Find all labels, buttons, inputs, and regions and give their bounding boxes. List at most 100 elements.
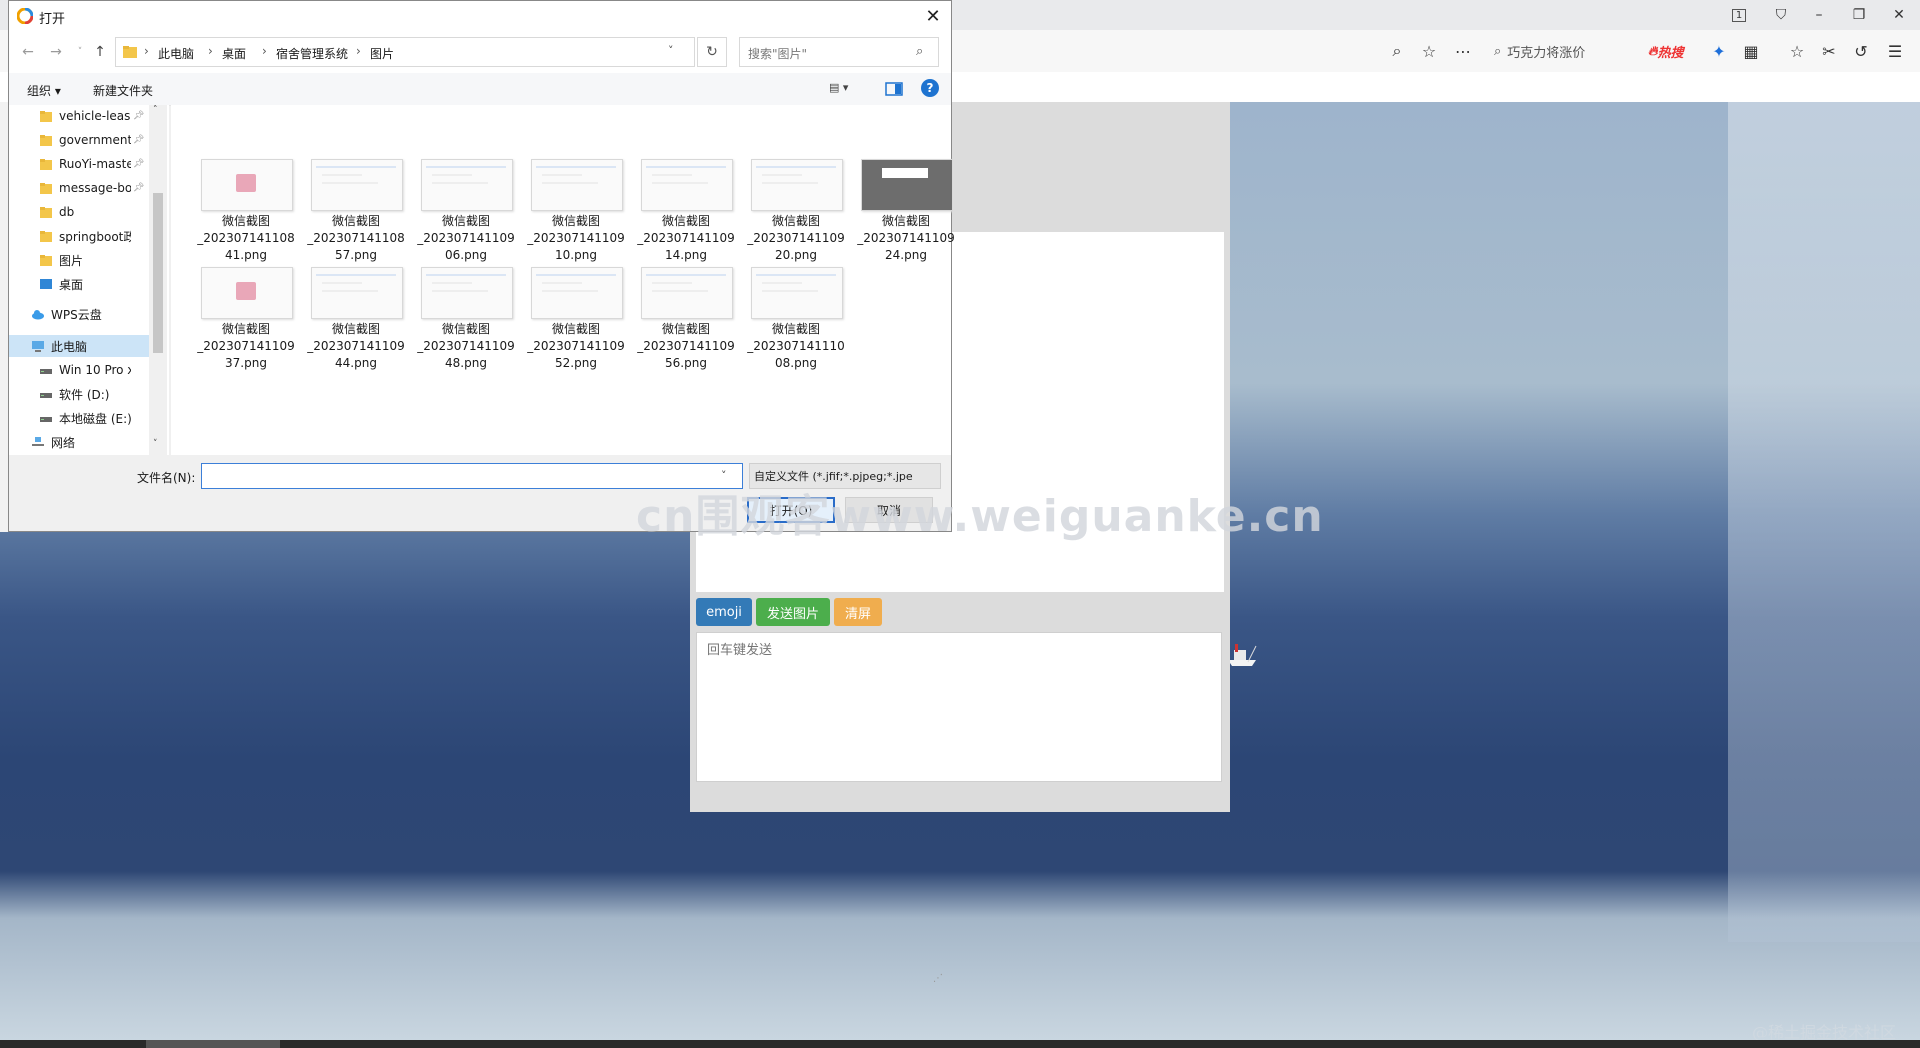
- view-options-icon[interactable]: ▤ ▾: [829, 81, 863, 97]
- file-item[interactable]: 微信截图 _202307141109 52.png: [523, 263, 625, 370]
- breadcrumb-item[interactable]: 此电脑: [158, 45, 194, 62]
- sidebar-item[interactable]: 网络: [9, 431, 169, 453]
- file-item[interactable]: 微信截图 _202307141109 56.png: [633, 263, 735, 370]
- file-name: _202307141109: [197, 339, 295, 353]
- help-icon[interactable]: ?: [921, 79, 939, 97]
- file-item[interactable]: 微信截图 _202307141108 57.png: [303, 155, 405, 262]
- recent-dropdown-icon[interactable]: ˅: [71, 43, 89, 61]
- file-item[interactable]: 微信截图 _202307141109 10.png: [523, 155, 625, 262]
- refresh-icon[interactable]: ↻: [697, 37, 727, 67]
- up-arrow-icon[interactable]: ↑: [91, 43, 109, 61]
- file-name: 微信截图: [551, 214, 600, 228]
- sidebar-item[interactable]: RuoYi-master 📌︎: [9, 153, 169, 175]
- nav-scrollbar[interactable]: ˄ ˅: [149, 105, 167, 455]
- restore-icon[interactable]: ❐: [1848, 4, 1870, 26]
- filename-label: 文件名(N):: [137, 471, 196, 485]
- file-item[interactable]: 微信截图 _202307141108 41.png: [193, 155, 295, 262]
- dialog-toolbar: 组织 ▾ 新建文件夹 ▤ ▾ ?: [9, 73, 951, 106]
- search-icon: ⌕: [1494, 43, 1502, 59]
- file-item[interactable]: 微信截图 _202307141109 44.png: [303, 263, 405, 370]
- file-name: 微信截图: [881, 214, 930, 228]
- file-name: 微信截图: [661, 214, 710, 228]
- undo-icon[interactable]: ↺: [1850, 40, 1872, 62]
- sidebar-item[interactable]: 软件 (D:): [9, 383, 169, 405]
- file-name: 44.png: [335, 356, 377, 370]
- sidebar-item[interactable]: 图片: [9, 249, 169, 271]
- breadcrumb-separator: ›: [208, 44, 213, 58]
- file-item[interactable]: 微信截图 _202307141109 20.png: [743, 155, 845, 262]
- sidebar-item-label: 本地磁盘 (E:): [59, 411, 131, 426]
- file-item[interactable]: 微信截图 _202307141109 24.png: [853, 155, 955, 262]
- folder-search-input[interactable]: 搜索"图片" ⌕: [739, 37, 939, 67]
- sidebar-item[interactable]: 此电脑: [9, 335, 149, 357]
- favorites-icon[interactable]: ☆: [1786, 40, 1808, 62]
- sidebar-item[interactable]: Win 10 Pro x64: [9, 359, 169, 381]
- file-name: _202307141109: [527, 231, 625, 245]
- back-arrow-icon[interactable]: ←: [19, 43, 37, 61]
- new-folder-button[interactable]: 新建文件夹: [93, 82, 153, 99]
- image-thumbnail: [311, 159, 403, 211]
- file-item[interactable]: 微信截图 _202307141109 37.png: [193, 263, 295, 370]
- emoji-button[interactable]: emoji: [696, 598, 752, 626]
- organize-button[interactable]: 组织 ▾: [27, 82, 61, 99]
- file-item[interactable]: 微信截图 _202307141110 08.png: [743, 263, 845, 370]
- menu-icon[interactable]: ☰: [1884, 40, 1906, 62]
- minimize-icon[interactable]: –: [1808, 4, 1830, 26]
- folder-icon: [39, 109, 59, 123]
- clear-screen-button[interactable]: 清屏: [834, 598, 882, 626]
- search-icon[interactable]: ⌕: [916, 44, 923, 59]
- fire-icon: 🔥︎: [1648, 43, 1658, 59]
- star-icon[interactable]: ☆: [1418, 40, 1440, 62]
- more-icon[interactable]: ⋯: [1452, 40, 1474, 62]
- resize-grip-icon[interactable]: ⋰: [933, 973, 943, 984]
- dialog-close-icon[interactable]: ✕: [919, 4, 947, 28]
- file-item[interactable]: 微信截图 _202307141109 14.png: [633, 155, 735, 262]
- shirt-icon[interactable]: ⛉: [1770, 4, 1792, 26]
- taskbar-strip: [0, 1040, 1920, 1048]
- folder-icon: [39, 205, 59, 219]
- close-icon[interactable]: ✕: [1888, 4, 1910, 26]
- sidebar-item[interactable]: message-bo 📌︎: [9, 177, 169, 199]
- cloud-icon: [31, 307, 51, 321]
- scissors-icon[interactable]: ✂: [1818, 40, 1840, 62]
- chevron-down-icon[interactable]: ˅: [668, 44, 674, 57]
- file-name: _202307141109: [307, 339, 405, 353]
- sidebar-item[interactable]: WPS云盘: [9, 303, 169, 325]
- image-thumbnail: [201, 159, 293, 211]
- extension-icon[interactable]: ✦: [1708, 40, 1730, 62]
- file-name: 微信截图: [221, 322, 270, 336]
- scrollbar-thumb[interactable]: [153, 193, 163, 353]
- zoom-icon[interactable]: ⌕: [1386, 40, 1408, 62]
- sidebar-item-label: Win 10 Pro x64: [59, 363, 131, 377]
- apps-grid-icon[interactable]: ▦: [1740, 40, 1762, 62]
- address-bar[interactable]: › 此电脑 › 桌面 › 宿舍管理系统 › 图片 ˅: [115, 37, 695, 67]
- send-image-button[interactable]: 发送图片: [756, 598, 830, 626]
- sidebar-item[interactable]: db: [9, 201, 169, 223]
- forward-arrow-icon[interactable]: →: [47, 43, 65, 61]
- sidebar-item[interactable]: 本地磁盘 (E:): [9, 407, 169, 429]
- scroll-up-icon[interactable]: ˄: [153, 105, 158, 115]
- hot-search-badge[interactable]: 🔥︎ 热搜: [1648, 40, 1698, 62]
- file-item[interactable]: 微信截图 _202307141109 06.png: [413, 155, 515, 262]
- message-input[interactable]: [696, 632, 1222, 782]
- sidebar-item[interactable]: government 📌︎: [9, 129, 169, 151]
- file-open-dialog: 打开 ✕ ← → ˅ ↑ › 此电脑 › 桌面 › 宿舍管理系统 › 图片 ˅ …: [8, 0, 955, 984]
- sidebar-item-label: 网络: [51, 435, 76, 450]
- breadcrumb-item[interactable]: 桌面: [222, 45, 246, 62]
- sidebar-item[interactable]: vehicle-lease 📌︎: [9, 105, 169, 127]
- sidebar-item[interactable]: springboot政府: [9, 225, 169, 247]
- folder-icon: [39, 253, 59, 267]
- sidebar-item[interactable]: 桌面: [9, 273, 169, 295]
- breadcrumb-item[interactable]: 图片: [370, 45, 394, 62]
- image-thumbnail: [531, 159, 623, 211]
- breadcrumb-item[interactable]: 宿舍管理系统: [276, 45, 348, 62]
- file-name: 08.png: [775, 356, 817, 370]
- drive-icon: [39, 387, 59, 401]
- tab-counter-icon[interactable]: 1: [1728, 4, 1750, 26]
- file-name: 微信截图: [771, 322, 820, 336]
- file-item[interactable]: 微信截图 _202307141109 48.png: [413, 263, 515, 370]
- scroll-down-icon[interactable]: ˅: [153, 439, 158, 449]
- sidebar-item-label: db: [59, 205, 75, 219]
- image-thumbnail: [531, 267, 623, 319]
- preview-pane-icon[interactable]: [885, 81, 903, 97]
